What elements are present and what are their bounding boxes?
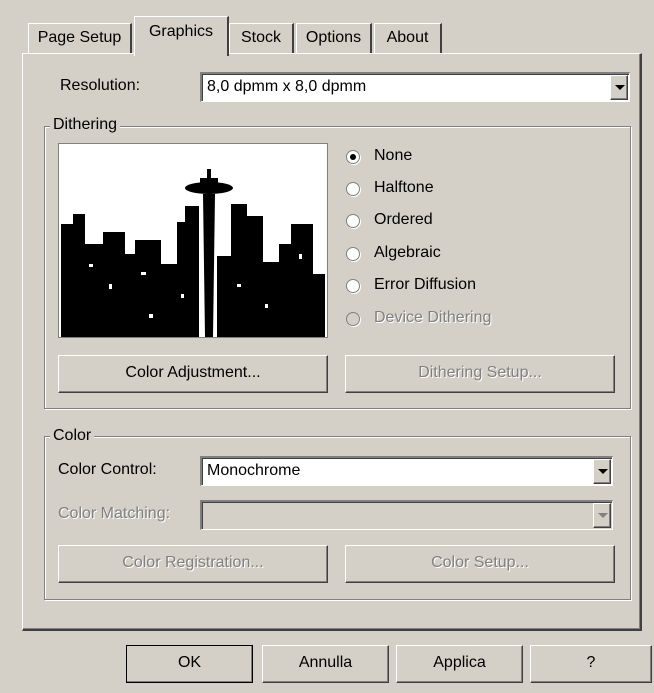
- radio-label: Device Dithering: [374, 309, 492, 326]
- color-adjustment-button[interactable]: Color Adjustment...: [58, 355, 328, 393]
- dithering-group-title: Dithering: [50, 116, 121, 134]
- cancel-button[interactable]: Annulla: [262, 645, 389, 683]
- button-label: Dithering Setup...: [418, 364, 542, 381]
- tab-label: About: [386, 29, 429, 46]
- button-label: Color Registration...: [122, 554, 264, 571]
- color-group-title: Color: [50, 427, 95, 445]
- tab-options[interactable]: Options: [296, 23, 372, 53]
- button-label: Color Adjustment...: [125, 364, 261, 381]
- color-control-label: Color Control:: [58, 461, 157, 478]
- tab-page-setup[interactable]: Page Setup: [28, 23, 132, 53]
- apply-button[interactable]: Applica: [396, 645, 523, 683]
- chevron-down-icon: [598, 469, 608, 474]
- tab-label: Graphics: [148, 23, 214, 40]
- radio-button[interactable]: [346, 182, 360, 196]
- tab-stock[interactable]: Stock: [229, 23, 294, 53]
- button-label: Color Setup...: [431, 554, 529, 571]
- radio-label: Halftone: [374, 179, 434, 196]
- tab-label: Page Setup: [37, 29, 122, 46]
- radio-selected-dot: [350, 154, 356, 160]
- chevron-down-icon: [598, 513, 608, 518]
- color-matching-dropdown-button: [593, 503, 611, 528]
- skyline-image: [59, 144, 327, 337]
- color-control-value: Monochrome: [207, 462, 301, 479]
- color-setup-button: Color Setup...: [345, 545, 615, 583]
- radio-label: Ordered: [374, 211, 433, 228]
- resolution-label: Resolution:: [60, 77, 141, 94]
- color-matching-select: [200, 500, 613, 530]
- ok-button[interactable]: OK: [126, 645, 253, 683]
- button-label: ?: [586, 654, 596, 671]
- button-label: Annulla: [298, 654, 353, 671]
- tab-label: Options: [305, 29, 362, 46]
- resolution-select[interactable]: 8,0 dpmm x 8,0 dpmm: [200, 72, 630, 102]
- radio-label: None: [374, 147, 413, 164]
- radio-button[interactable]: [346, 214, 360, 228]
- tab-graphics[interactable]: Graphics: [134, 16, 229, 56]
- button-label: Applica: [433, 654, 486, 671]
- dithering-setup-button: Dithering Setup...: [345, 355, 615, 393]
- dithering-preview-image: [58, 143, 328, 338]
- radio-label: Error Diffusion: [374, 276, 476, 293]
- resolution-value: 8,0 dpmm x 8,0 dpmm: [207, 78, 367, 95]
- chevron-down-icon: [615, 85, 625, 90]
- radio-button: [346, 312, 360, 326]
- radio-button[interactable]: [346, 150, 360, 164]
- button-label: OK: [177, 654, 202, 671]
- help-button[interactable]: ?: [530, 645, 652, 683]
- color-registration-button: Color Registration...: [58, 545, 328, 583]
- radio-label: Algebraic: [374, 244, 441, 261]
- color-control-select[interactable]: Monochrome: [200, 456, 613, 486]
- radio-button[interactable]: [346, 279, 360, 293]
- tab-about[interactable]: About: [374, 23, 442, 53]
- radio-button[interactable]: [346, 247, 360, 261]
- color-matching-label: Color Matching:: [58, 505, 171, 522]
- color-control-dropdown-button[interactable]: [593, 459, 611, 484]
- resolution-dropdown-button[interactable]: [610, 75, 628, 100]
- tab-label: Stock: [240, 29, 281, 46]
